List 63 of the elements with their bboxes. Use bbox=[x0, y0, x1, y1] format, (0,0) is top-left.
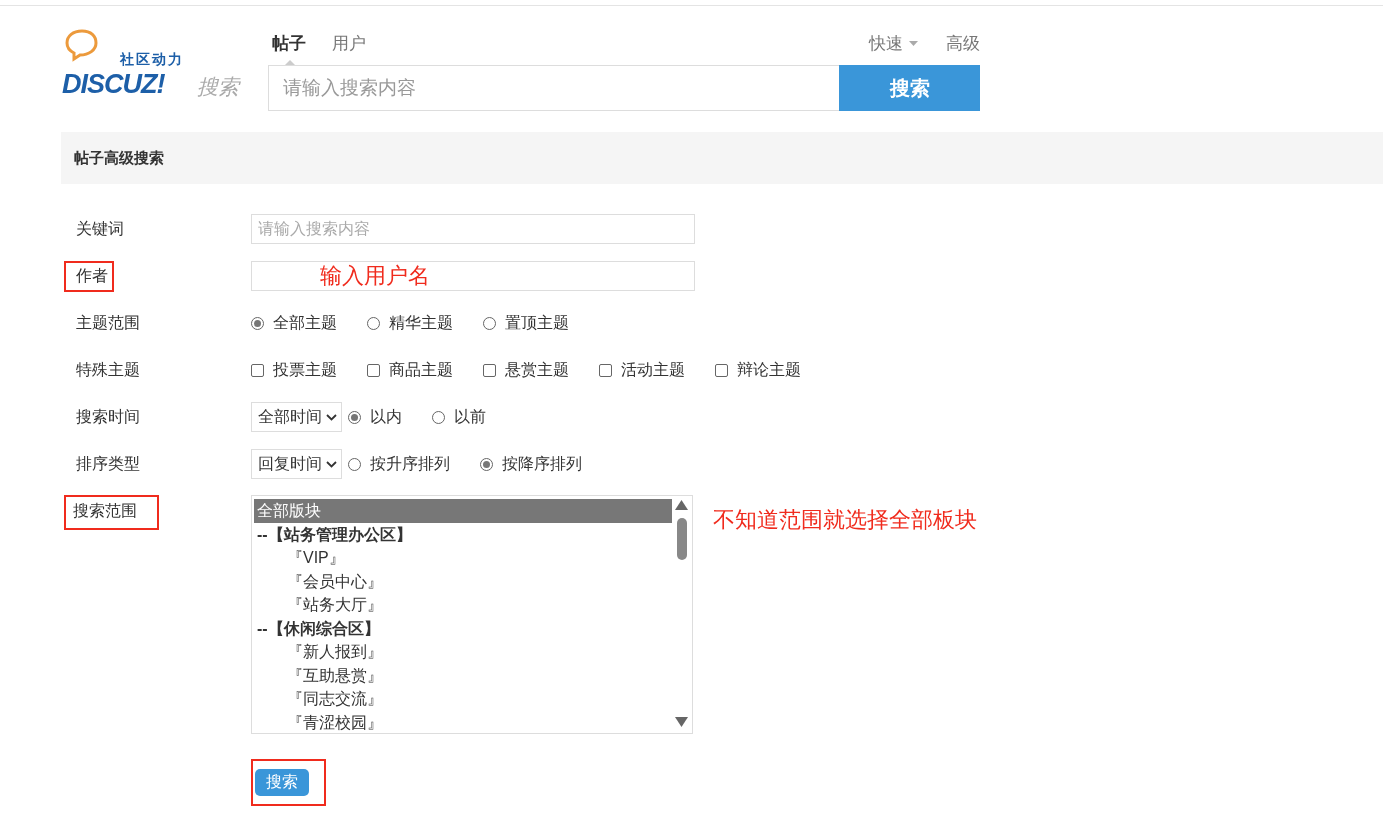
forum-listbox[interactable]: 全部版块 --【站务管理办公区】 『VIP』 『会员中心』 『站务大厅』 --【休闲综合区】 『新人报到』 『互助悬赏』 『同志交流』 『青涩校园』 bbox=[251, 495, 693, 734]
advanced-search-link[interactable]: 高级 bbox=[946, 31, 980, 55]
radio-button[interactable] bbox=[480, 457, 493, 471]
forum-option[interactable]: 『站务大厅』 bbox=[254, 593, 672, 617]
option-label[interactable]: 按升序排列 bbox=[370, 453, 450, 475]
logo-suffix: 搜索 bbox=[197, 74, 239, 100]
option-label[interactable]: 活动主题 bbox=[621, 359, 685, 381]
checkbox[interactable] bbox=[251, 363, 264, 377]
option-label[interactable]: 悬赏主题 bbox=[505, 359, 569, 381]
checkbox[interactable] bbox=[599, 363, 612, 377]
radio-button[interactable] bbox=[432, 410, 445, 424]
forum-option[interactable]: 『会员中心』 bbox=[254, 569, 672, 593]
caret-icon bbox=[909, 40, 918, 46]
search-field[interactable]: 请输入搜索内容 bbox=[268, 65, 839, 111]
dropdown-select[interactable]: 回复时间 bbox=[251, 449, 342, 479]
search-tab[interactable]: 用户 bbox=[332, 21, 366, 65]
annotation-text: 输入用户名 bbox=[320, 262, 430, 290]
forum-option[interactable]: 全部版块 bbox=[254, 499, 672, 523]
checkbox[interactable] bbox=[715, 363, 728, 377]
logo-wordmark: DISCUZ! bbox=[62, 69, 165, 100]
checkbox[interactable] bbox=[367, 363, 380, 377]
search-tab[interactable]: 帖子 bbox=[272, 21, 306, 65]
forum-option[interactable]: 『新人报到』 bbox=[254, 640, 672, 664]
option-label[interactable]: 以前 bbox=[454, 406, 486, 428]
annotation-text: 不知道范围就选择全部板块 bbox=[713, 506, 977, 534]
forum-option[interactable]: 『互助悬赏』 bbox=[254, 663, 672, 687]
chevron-down-icon bbox=[326, 460, 337, 468]
field-label: 关键词 bbox=[75, 218, 125, 239]
scroll-down-icon[interactable] bbox=[675, 717, 688, 727]
radio-button[interactable] bbox=[367, 316, 380, 330]
text-field[interactable] bbox=[251, 261, 695, 291]
option-label[interactable]: 按降序排列 bbox=[502, 453, 582, 475]
option-label[interactable]: 精华主题 bbox=[389, 312, 453, 334]
forum-option[interactable]: 『青涩校园』 bbox=[254, 710, 672, 734]
radio-button[interactable] bbox=[348, 457, 361, 471]
logo-tagline: 社区动力 bbox=[120, 51, 184, 69]
option-label[interactable]: 以内 bbox=[370, 406, 402, 428]
option-label[interactable]: 辩论主题 bbox=[737, 359, 801, 381]
chevron-down-icon bbox=[326, 413, 337, 421]
radio-button[interactable] bbox=[483, 316, 496, 330]
field-label: 搜索时间 bbox=[75, 406, 141, 427]
field-label: 搜索范围 bbox=[64, 495, 159, 530]
scrollbar-thumb[interactable] bbox=[677, 518, 687, 560]
option-label[interactable]: 全部主题 bbox=[273, 312, 337, 334]
option-label[interactable]: 投票主题 bbox=[273, 359, 337, 381]
text-field[interactable]: 请输入搜索内容 bbox=[251, 214, 695, 244]
radio-button[interactable] bbox=[348, 410, 361, 424]
panel-title: 帖子高级搜索 bbox=[74, 148, 164, 168]
forum-option[interactable]: --【站务管理办公区】 bbox=[254, 522, 672, 546]
forum-option[interactable]: --【休闲综合区】 bbox=[254, 616, 672, 640]
field-label: 主题范围 bbox=[75, 312, 141, 333]
checkbox[interactable] bbox=[483, 363, 496, 377]
field-label: 特殊主题 bbox=[75, 359, 141, 380]
radio-button[interactable] bbox=[251, 316, 264, 330]
forum-option[interactable]: 『同志交流』 bbox=[254, 687, 672, 711]
scroll-up-icon[interactable] bbox=[675, 500, 688, 510]
dropdown-select[interactable]: 全部时间 bbox=[251, 402, 342, 432]
option-label[interactable]: 置顶主题 bbox=[505, 312, 569, 334]
option-label[interactable]: 商品主题 bbox=[389, 359, 453, 381]
quick-search-dropdown[interactable]: 快速 bbox=[869, 31, 918, 55]
field-label: 作者 bbox=[64, 260, 114, 292]
field-label: 排序类型 bbox=[75, 453, 141, 474]
forum-option[interactable]: 『VIP』 bbox=[254, 546, 672, 570]
